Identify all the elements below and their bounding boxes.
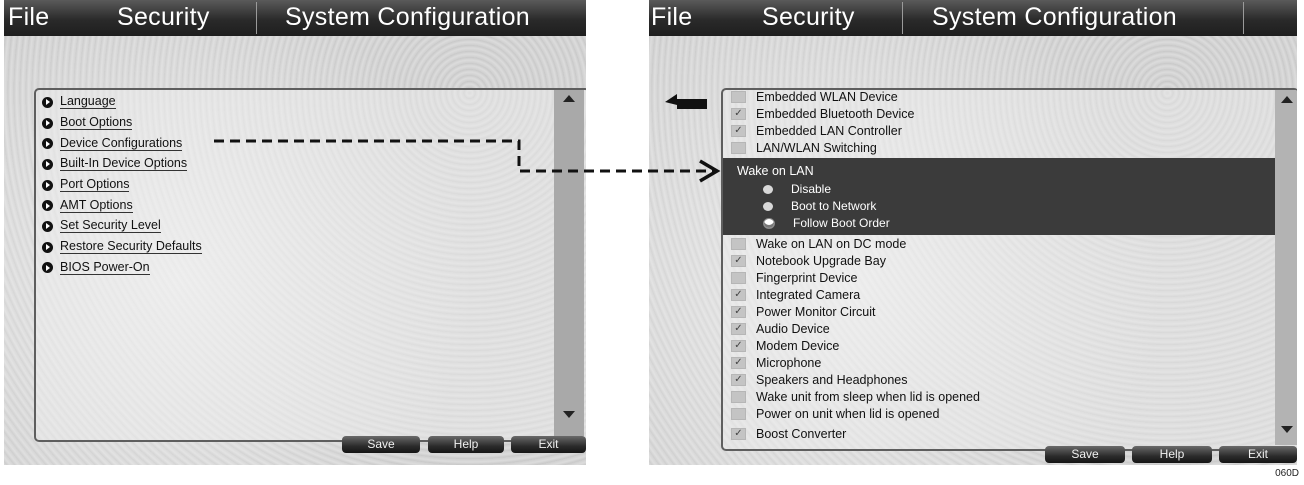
dashed-connector-line: [214, 139, 715, 173]
figure-code: 060D: [1275, 468, 1299, 479]
callout-connector: [214, 139, 721, 183]
